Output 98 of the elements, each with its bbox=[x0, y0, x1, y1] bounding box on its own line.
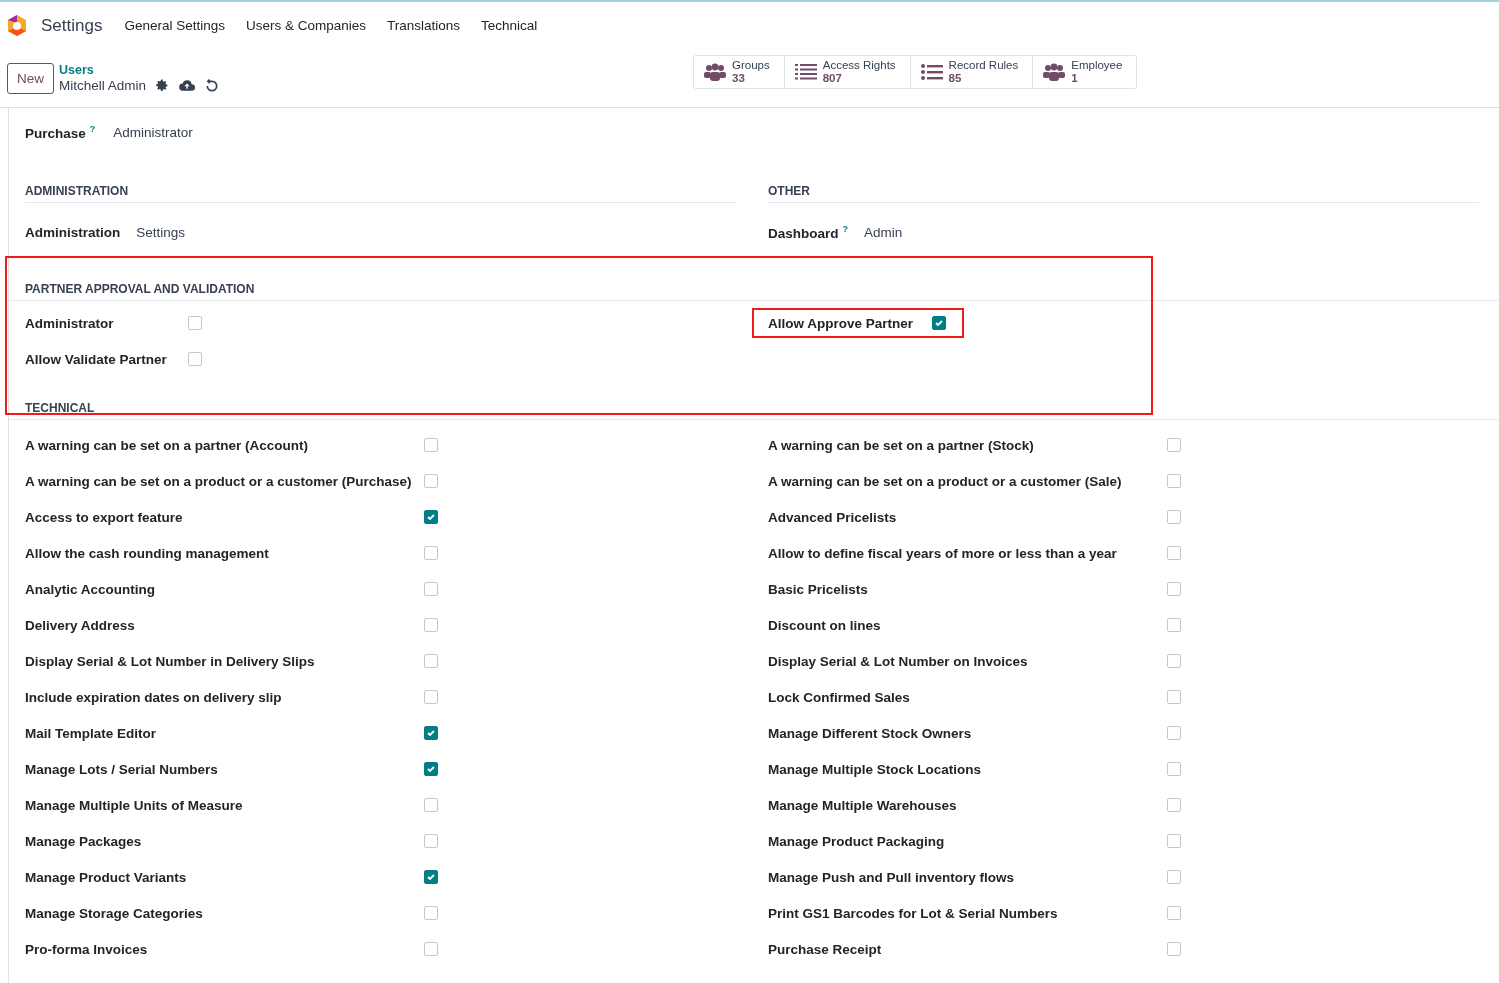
app-title: Settings bbox=[41, 15, 103, 36]
record-name: Mitchell Admin bbox=[59, 78, 147, 93]
users-icon bbox=[704, 63, 726, 81]
checkbox-label: Manage Push and Pull inventory flows bbox=[768, 869, 1016, 885]
field-value[interactable]: Administrator bbox=[113, 124, 193, 140]
checkbox-label: A warning can be set on a partner (Stock) bbox=[768, 437, 1035, 453]
checkbox-label: Manage Packages bbox=[25, 833, 143, 849]
cloud-upload-icon[interactable] bbox=[179, 79, 196, 92]
checkbox-label: Analytic Accounting bbox=[25, 581, 156, 597]
checkmark-icon bbox=[426, 728, 436, 738]
checkbox[interactable] bbox=[424, 690, 438, 704]
checkbox-label: Basic Pricelists bbox=[768, 581, 869, 597]
checkbox-label: Advanced Pricelists bbox=[768, 509, 898, 525]
checkbox[interactable] bbox=[424, 870, 438, 884]
checkbox[interactable] bbox=[188, 352, 202, 366]
section-heading: OTHER bbox=[768, 184, 1479, 203]
checkbox[interactable] bbox=[424, 438, 438, 452]
checkbox-label: Print GS1 Barcodes for Lot & Serial Numbers bbox=[768, 905, 1059, 921]
checkbox-label: Lock Confirmed Sales bbox=[768, 689, 911, 705]
checkbox-label: Allow the cash rounding management bbox=[25, 545, 270, 561]
checkbox[interactable] bbox=[1167, 546, 1181, 560]
checkbox[interactable] bbox=[424, 762, 438, 776]
checkbox[interactable] bbox=[1167, 834, 1181, 848]
checkbox[interactable] bbox=[1167, 618, 1181, 632]
users-icon bbox=[1043, 63, 1066, 81]
checkbox-label: Manage Different Stock Owners bbox=[768, 725, 973, 741]
checkbox[interactable] bbox=[424, 582, 438, 596]
checkbox-label: Allow Validate Partner bbox=[25, 351, 168, 367]
checkbox[interactable] bbox=[1167, 654, 1181, 668]
settings-icon[interactable] bbox=[156, 79, 170, 92]
smart-button[interactable]: Employee 1 bbox=[1032, 56, 1137, 88]
app-logo-icon[interactable] bbox=[6, 13, 28, 38]
new-button[interactable]: New bbox=[7, 62, 54, 94]
checkbox[interactable] bbox=[1167, 510, 1181, 524]
checkbox[interactable] bbox=[424, 546, 438, 560]
checkbox[interactable] bbox=[1167, 474, 1181, 488]
checkbox-label: Include expiration dates on delivery slip bbox=[25, 689, 283, 705]
checkbox-label: Manage Lots / Serial Numbers bbox=[25, 761, 219, 777]
checkbox-label: Manage Product Variants bbox=[25, 869, 188, 885]
checkbox-label: Delivery Address bbox=[25, 617, 136, 633]
checkbox-label: Manage Multiple Units of Measure bbox=[25, 797, 244, 813]
checkbox-label: A warning can be set on a partner (Account) bbox=[25, 437, 310, 453]
checkbox-label: Administrator bbox=[25, 315, 115, 331]
checkbox-label: Purchase Receipt bbox=[768, 941, 883, 957]
checkbox-label: Access to export feature bbox=[25, 509, 184, 525]
checkbox-label: Manage Multiple Stock Locations bbox=[768, 761, 983, 777]
undo-icon[interactable] bbox=[205, 78, 220, 93]
checkbox-label: Display Serial & Lot Number on Invoices bbox=[768, 653, 1029, 669]
checkmark-icon bbox=[426, 512, 436, 522]
checkbox-label: Manage Multiple Warehouses bbox=[768, 797, 958, 813]
field-value[interactable]: Settings bbox=[136, 224, 186, 240]
checkbox-label: Manage Storage Categories bbox=[25, 905, 204, 921]
field-label: Administration bbox=[25, 224, 121, 240]
checkbox[interactable] bbox=[1167, 762, 1181, 776]
checkmark-icon bbox=[934, 318, 944, 328]
menu-item[interactable]: Users & Companies bbox=[246, 18, 367, 33]
field-value[interactable]: Admin bbox=[864, 224, 903, 240]
checkbox[interactable] bbox=[424, 618, 438, 632]
checkbox[interactable] bbox=[1167, 870, 1181, 884]
checkmark-icon bbox=[426, 872, 436, 882]
checkbox-label: Allow to define fiscal years of more or less than a year bbox=[768, 545, 1118, 561]
checkbox[interactable] bbox=[1167, 798, 1181, 812]
checkbox[interactable] bbox=[424, 654, 438, 668]
checkbox[interactable] bbox=[424, 726, 438, 740]
checkbox-label: A warning can be set on a product or a customer (Purchase) bbox=[25, 473, 413, 489]
checkbox-label: Display Serial & Lot Number in Delivery Slips bbox=[25, 653, 316, 669]
checkbox[interactable] bbox=[424, 942, 438, 956]
checkbox[interactable] bbox=[188, 316, 202, 330]
bullet-list-icon bbox=[920, 64, 943, 80]
section-heading: TECHNICAL bbox=[9, 401, 1499, 420]
checkbox[interactable] bbox=[424, 510, 438, 524]
checkbox-label: Manage Product Packaging bbox=[768, 833, 946, 849]
checkmark-icon bbox=[426, 764, 436, 774]
checkbox-label: A warning can be set on a product or a customer (Sale) bbox=[768, 473, 1123, 489]
section-heading: ADMINISTRATION bbox=[25, 184, 736, 203]
checkbox[interactable] bbox=[1167, 906, 1181, 920]
checkbox[interactable] bbox=[1167, 726, 1181, 740]
checkbox-label: Pro-forma Invoices bbox=[25, 941, 149, 957]
menu-item[interactable]: Translations bbox=[387, 18, 461, 33]
checkbox-label: Discount on lines bbox=[768, 617, 882, 633]
breadcrumb-link[interactable]: Users bbox=[59, 63, 220, 78]
checkbox[interactable] bbox=[1167, 690, 1181, 704]
checkbox[interactable] bbox=[424, 906, 438, 920]
checkbox[interactable] bbox=[424, 474, 438, 488]
checkbox[interactable] bbox=[1167, 582, 1181, 596]
checkbox-label: Mail Template Editor bbox=[25, 725, 158, 741]
menu-item[interactable]: General Settings bbox=[124, 18, 225, 33]
checkbox[interactable] bbox=[932, 316, 946, 330]
section-heading: PARTNER APPROVAL AND VALIDATION bbox=[9, 282, 1499, 301]
checkbox[interactable] bbox=[424, 834, 438, 848]
list-icon bbox=[794, 64, 817, 80]
menu-item[interactable]: Technical bbox=[481, 18, 538, 33]
field-label: Purchase $^{?}$ bbox=[25, 123, 96, 141]
checkbox[interactable] bbox=[424, 798, 438, 812]
checkbox[interactable] bbox=[1167, 438, 1181, 452]
field-label: Dashboard $^{?}$ bbox=[768, 223, 848, 241]
checkbox-label: Allow Approve Partner bbox=[768, 315, 915, 331]
checkbox[interactable] bbox=[1167, 942, 1181, 956]
